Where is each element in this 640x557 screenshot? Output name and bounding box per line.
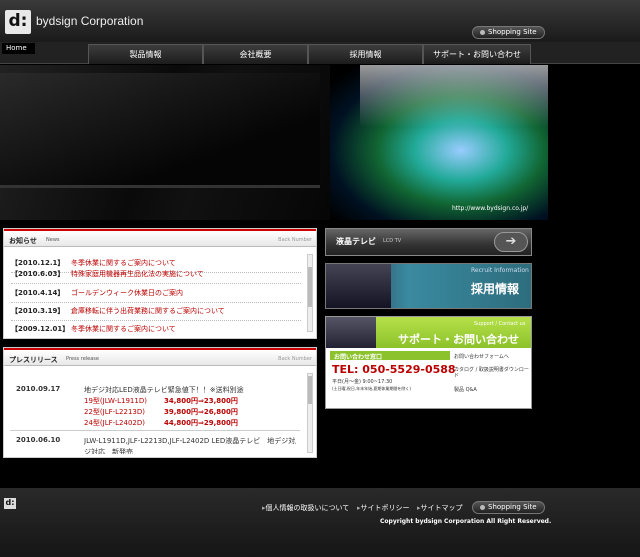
news-back-number-link[interactable]: Back Number xyxy=(278,237,312,243)
press-divider xyxy=(10,430,300,431)
footer-privacy-link[interactable]: 個人情報の取扱いについて xyxy=(262,503,350,513)
catalog-download-link[interactable]: カタログ / 取扱説明書ダウンロード xyxy=(454,367,529,379)
copyright-text: Copyright bydsign Corporation All Right … xyxy=(380,518,552,525)
support-hours: 平日(月～金) 9:00~17:30 xyxy=(332,379,393,385)
nav-tab-products[interactable]: 製品情報 xyxy=(88,44,203,64)
recruit-photo xyxy=(326,264,391,308)
bullet-icon xyxy=(480,504,485,510)
news-item[interactable]: 【2010.4.14】 ゴールデンウィーク休業日のご案内 xyxy=(11,285,301,303)
footer-shopping-site-label: Shopping Site xyxy=(488,503,537,511)
press-date: 2010.06.10 xyxy=(16,436,61,444)
press-price: 34,800円⇒23,800円 xyxy=(164,397,238,405)
lcd-title: 液晶テレビ xyxy=(336,237,376,246)
press-price: 44,800円⇒29,800円 xyxy=(164,419,238,427)
press-back-number-link[interactable]: Back Number xyxy=(278,356,312,362)
hero-banner xyxy=(0,65,548,220)
press-panel: プレスリリース Press release Back Number 2010.0… xyxy=(3,347,317,458)
nav-tab-company[interactable]: 会社概要 xyxy=(203,44,308,64)
nav-home-link[interactable]: Home xyxy=(2,43,35,54)
press-header: プレスリリース Press release Back Number xyxy=(4,348,316,366)
press-model: 22型(JLF-L2213D) xyxy=(84,408,145,416)
press-headline[interactable]: JLW-L1911D,JLF-L2213D,JLF-L2402D LED液晶テレ… xyxy=(84,436,296,446)
news-item[interactable]: 【2010.3.19】 倉庫移転に伴う出荷業務に関するご案内について xyxy=(11,303,301,321)
hero-tv-screen xyxy=(0,73,320,188)
product-qa-link[interactable]: 製品 Q&A xyxy=(454,386,477,393)
news-item[interactable]: 【2009.12.01】 冬季休業に関するご案内について xyxy=(11,321,301,339)
lcd-subtitle: LCD TV xyxy=(383,238,402,244)
press-subtitle: Press release xyxy=(66,356,99,362)
shopping-site-label: Shopping Site xyxy=(488,28,537,36)
footer-site-policy-link[interactable]: サイトポリシー xyxy=(357,503,410,513)
logo-icon[interactable]: d: xyxy=(5,10,31,34)
contact-window-label: お問い合わせ窓口 xyxy=(334,354,383,361)
press-scroll-thumb[interactable] xyxy=(308,376,312,404)
hero-url: http://www.bydsign.co.jp/ xyxy=(452,205,529,212)
press-headline-cont[interactable]: ジ対応 新発売 xyxy=(84,447,133,454)
support-label-jp: サポート・お問い合わせ xyxy=(398,333,519,346)
shopping-site-button[interactable]: Shopping Site xyxy=(472,26,545,39)
press-price: 39,800円⇒26,800円 xyxy=(164,408,238,416)
press-title: プレスリリース xyxy=(9,356,58,364)
footer-sitemap-link[interactable]: サイトマップ xyxy=(417,503,463,513)
press-date: 2010.09.17 xyxy=(16,385,61,393)
news-scrollbar[interactable] xyxy=(307,254,313,332)
support-tel: TEL: 050-5529-0588 xyxy=(332,363,456,376)
support-photo xyxy=(326,317,376,348)
news-title: お知らせ xyxy=(9,237,37,245)
company-name[interactable]: bydsign Corporation xyxy=(36,14,143,28)
footer-shopping-site-button[interactable]: Shopping Site xyxy=(472,501,545,514)
recruit-label-jp: 採用情報 xyxy=(471,282,520,296)
recruit-label-en: Recruit Information xyxy=(471,267,529,274)
news-subtitle: News xyxy=(46,237,60,243)
news-item[interactable]: 【2010.6.03】 特殊家庭用機器再生品化法の実施について xyxy=(11,266,301,284)
arrow-right-icon: ➔ xyxy=(494,232,528,252)
nav-tab-recruit[interactable]: 採用情報 xyxy=(308,44,423,64)
support-label-en: Support / Contact us xyxy=(474,321,526,327)
footer-logo-icon[interactable]: d: xyxy=(4,498,16,509)
support-banner[interactable]: Support / Contact us サポート・お問い合わせ お問い合わせ窓… xyxy=(325,316,532,409)
recruit-banner[interactable]: Recruit Information 採用情報 xyxy=(325,263,532,309)
support-hours-note: (土日曜,祝日,年末年始,夏期休業期間を除く) xyxy=(332,386,411,391)
hero-light-highlight xyxy=(360,65,548,220)
press-headline[interactable]: 地デジ対応LED液晶テレビ緊急値下！！※送料別途 xyxy=(84,385,244,395)
press-model: 24型(JLF-L2402D) xyxy=(84,419,145,427)
lcd-tv-banner[interactable]: 液晶テレビ LCD TV ➔ xyxy=(325,228,532,256)
nav-tab-support[interactable]: サポート・お問い合わせ xyxy=(423,44,531,64)
news-scroll-thumb[interactable] xyxy=(308,267,312,307)
press-model: 19型(JLW-L1911D) xyxy=(84,397,147,405)
news-panel: お知らせ News Back Number 【2010.12.1】 冬季休業に関す… xyxy=(3,228,317,339)
contact-form-link[interactable]: お問い合わせフォームへ xyxy=(454,353,509,360)
news-header: お知らせ News Back Number xyxy=(4,229,316,247)
press-scrollbar[interactable] xyxy=(307,373,313,453)
bullet-icon xyxy=(480,29,485,35)
